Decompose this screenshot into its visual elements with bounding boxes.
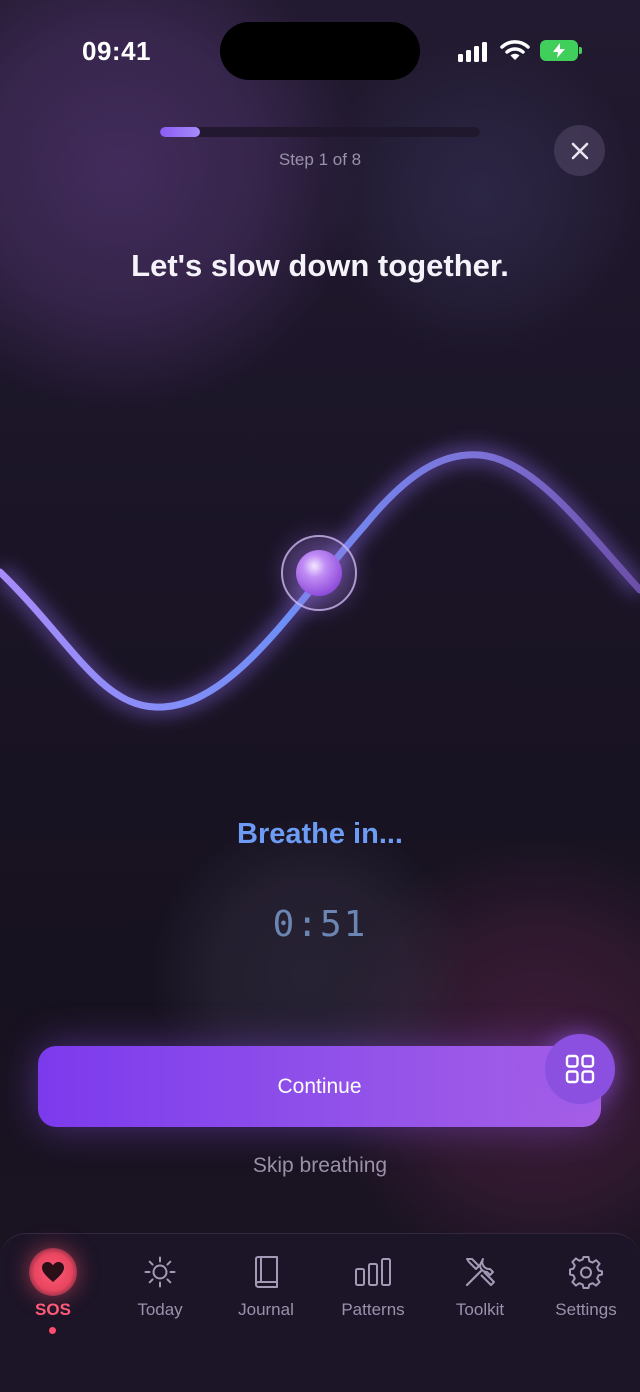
- tab-settings[interactable]: Settings: [533, 1234, 639, 1354]
- tab-journal[interactable]: Journal: [213, 1234, 319, 1354]
- tools-icon: [465, 1258, 495, 1287]
- tab-patterns[interactable]: Patterns: [320, 1234, 426, 1354]
- breathing-wave: [0, 445, 640, 717]
- heart-icon: [29, 1248, 77, 1296]
- tab-label: Patterns: [341, 1300, 405, 1319]
- cellular-signal-icon: [458, 40, 487, 62]
- step-progress-fill: [160, 127, 200, 137]
- tab-label: Today: [137, 1300, 183, 1319]
- tab-bar: SOS Today Journal Patterns Toolkit Setti…: [0, 1233, 640, 1392]
- tab-today[interactable]: Today: [107, 1234, 213, 1354]
- tab-label: Toolkit: [455, 1300, 505, 1319]
- grid-menu-button[interactable]: [545, 1034, 615, 1104]
- page-title: Let's slow down together.: [131, 248, 509, 283]
- breathing-orb: [296, 550, 342, 596]
- active-indicator-dot: [49, 1327, 56, 1334]
- breath-timer: 0:51: [272, 904, 368, 945]
- gear-icon: [569, 1256, 603, 1289]
- continue-button[interactable]: Continue: [38, 1046, 601, 1127]
- tab-label: SOS: [35, 1300, 71, 1319]
- sun-icon: [144, 1256, 176, 1288]
- wifi-icon: [500, 40, 530, 60]
- close-icon: [571, 142, 588, 159]
- tab-toolkit[interactable]: Toolkit: [427, 1234, 533, 1354]
- battery-tip: [579, 47, 582, 54]
- tab-sos[interactable]: SOS: [0, 1234, 106, 1354]
- battery-icon: [540, 40, 578, 61]
- status-time: 09:41: [82, 36, 151, 66]
- close-button[interactable]: [554, 125, 605, 176]
- tab-label: Journal: [238, 1300, 294, 1319]
- grid-icon: [565, 1054, 595, 1084]
- bars-icon: [355, 1258, 391, 1286]
- tab-label: Settings: [555, 1300, 617, 1319]
- dynamic-island: [220, 22, 420, 80]
- book-icon: [255, 1256, 278, 1288]
- step-label: Step 1 of 8: [278, 150, 362, 169]
- step-progress-bar: [160, 127, 480, 137]
- skip-breathing-link[interactable]: Skip breathing: [0, 1154, 640, 1178]
- breathe-prompt: Breathe in...: [237, 818, 403, 850]
- status-bar: 09:41: [0, 0, 640, 100]
